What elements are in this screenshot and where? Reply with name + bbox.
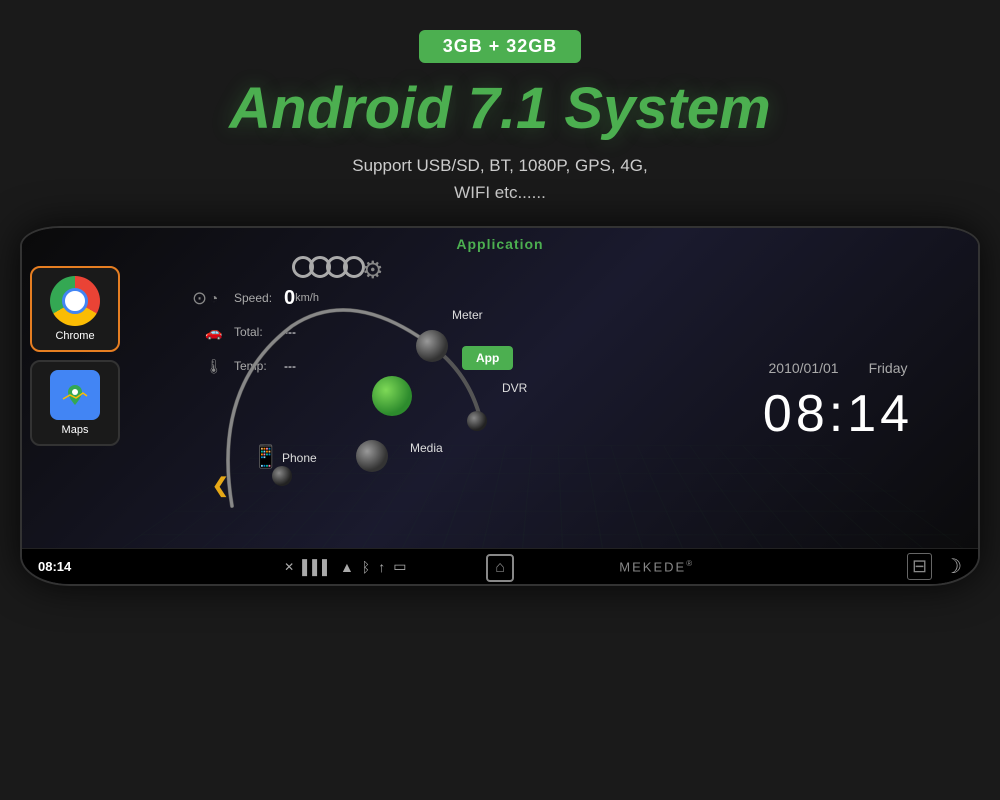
android-title: Android 7.1 System <box>229 75 770 142</box>
brand-label: MEKEDE® <box>619 559 694 574</box>
screen-inner: Application Chrome <box>22 228 978 584</box>
battery-icon: ▭ <box>393 558 406 575</box>
chrome-label: Chrome <box>55 330 94 342</box>
storage-badge: 3GB + 32GB <box>419 30 582 63</box>
date-display: 2010/01/01 Friday <box>769 360 908 376</box>
clock-display: 08:14 <box>763 384 913 444</box>
status-time: 08:14 <box>38 559 71 574</box>
app-bar-title: Application <box>456 236 543 252</box>
notification-icon: ✕ <box>284 560 294 574</box>
status-icons: ✕ ▌▌▌ ▲ ᛒ ↑ ▭ <box>284 558 406 575</box>
maps-icon <box>50 370 100 420</box>
status-right-icons: ⊟ ☽ <box>907 553 962 580</box>
dvr-ball <box>467 411 487 431</box>
dashboard: ⚙ <box>182 256 698 548</box>
meter-ball <box>416 330 448 362</box>
top-section: 3GB + 32GB Android 7.1 System Support US… <box>0 0 1000 226</box>
home-button[interactable]: ⌂ <box>486 554 514 582</box>
moon-icon: ☽ <box>944 554 962 579</box>
app-button[interactable]: App <box>462 346 513 370</box>
window-icon: ⊟ <box>907 553 932 580</box>
phone-ball <box>272 466 292 486</box>
screen-wrapper: Application Chrome <box>20 226 980 586</box>
nav-bar: ⌂ <box>466 550 534 586</box>
wifi-icon: ▲ <box>340 559 354 575</box>
chrome-app-item[interactable]: Chrome <box>30 266 120 352</box>
maps-app-item[interactable]: Maps <box>30 360 120 446</box>
day-value: Friday <box>869 360 908 376</box>
car-screen: Application Chrome <box>20 226 980 586</box>
date-value: 2010/01/01 <box>769 360 839 376</box>
signal-icon: ▌▌▌ <box>302 559 332 575</box>
home-icon: ⌂ <box>495 559 505 577</box>
support-text: Support USB/SD, BT, 1080P, GPS, 4G, WIFI… <box>352 152 647 206</box>
app-ball <box>372 376 412 416</box>
gps-icon: ↑ <box>378 559 385 575</box>
bluetooth-icon: ᛒ <box>362 559 370 575</box>
chrome-icon <box>50 276 100 326</box>
support-line2: WIFI etc...... <box>352 179 647 206</box>
app-bar: Application <box>22 228 978 256</box>
support-line1: Support USB/SD, BT, 1080P, GPS, 4G, <box>352 152 647 179</box>
dial-arc <box>172 266 512 516</box>
media-ball <box>356 440 388 472</box>
maps-label: Maps <box>62 424 89 436</box>
screen-content: Chrome Maps <box>22 256 978 548</box>
app-sidebar: Chrome Maps <box>22 256 182 548</box>
